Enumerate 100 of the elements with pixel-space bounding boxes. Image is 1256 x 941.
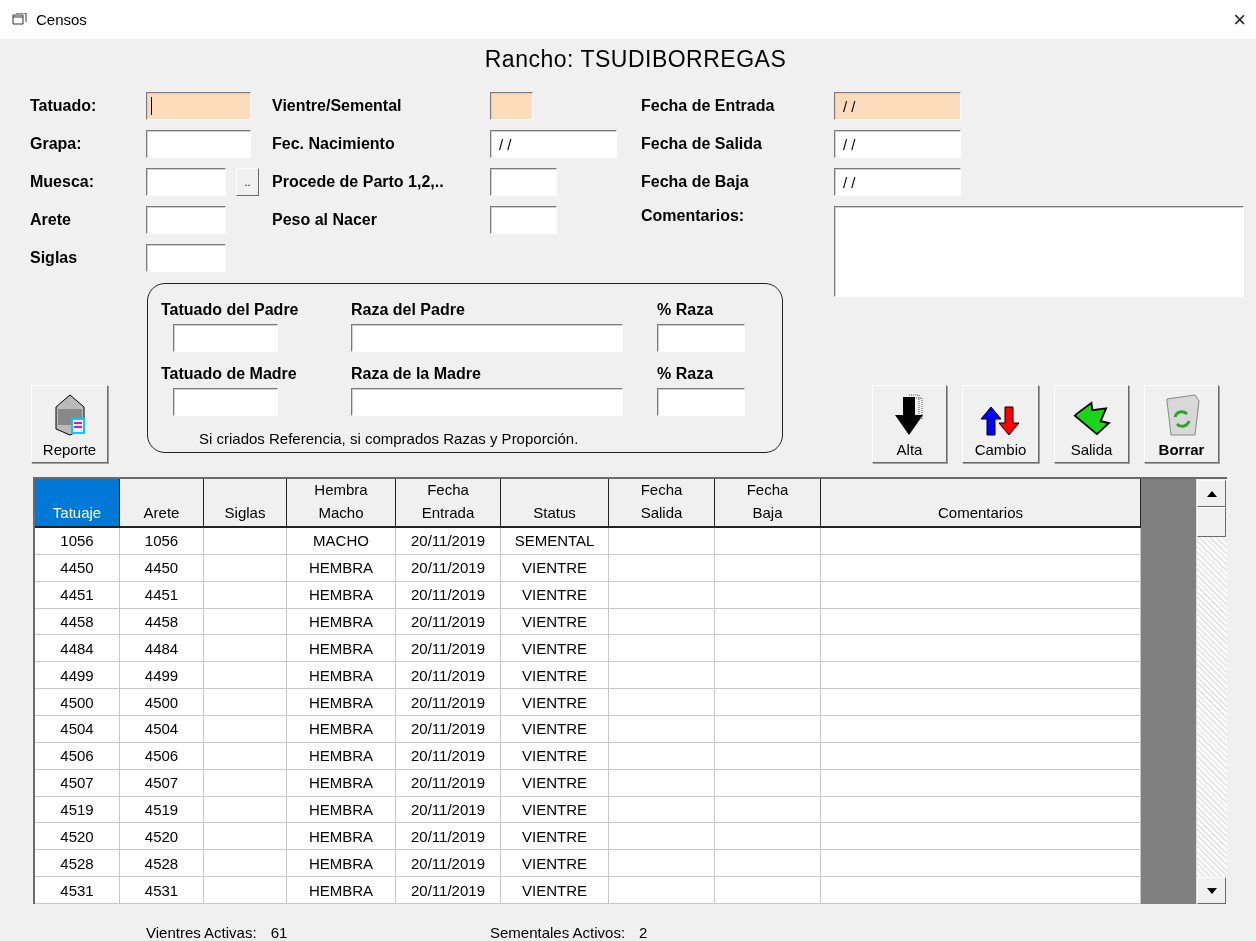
table-cell: 20/11/2019	[396, 823, 501, 851]
table-cell: 4451	[120, 581, 204, 609]
report-button[interactable]: Reporte	[31, 385, 108, 463]
up-arrow-icon	[1206, 490, 1217, 497]
text-field[interactable]: / /	[834, 92, 961, 120]
text-field[interactable]	[146, 92, 251, 120]
window-icon	[12, 12, 28, 27]
diagonal-arrow-icon	[1072, 401, 1111, 437]
table-cell: 4458	[120, 608, 204, 636]
table-cell: 4519	[120, 796, 204, 824]
table-cell: 4504	[35, 716, 120, 743]
table-cell: 4451	[35, 581, 120, 609]
table-cell: 4506	[35, 742, 120, 770]
scroll-down-button[interactable]	[1197, 877, 1226, 904]
text-field[interactable]	[146, 244, 226, 272]
table-cell: 4520	[35, 823, 120, 851]
stat-label: Vientres Activas:	[146, 924, 257, 941]
text-field[interactable]	[490, 92, 533, 120]
table-cell: HEMBRA	[287, 769, 396, 797]
table-cell: VIENTRE	[501, 608, 609, 636]
table-cell: HEMBRA	[287, 823, 396, 851]
text-field[interactable]	[173, 388, 278, 416]
table-cell: 20/11/2019	[396, 689, 501, 716]
text-field[interactable]	[490, 206, 557, 234]
close-button[interactable]: ×	[1233, 8, 1246, 31]
field-label: Vientre/Semental	[272, 96, 403, 116]
field-label: Raza del Padre	[351, 300, 466, 318]
table-cell: VIENTRE	[501, 662, 609, 690]
table-cell: HEMBRA	[287, 662, 396, 690]
action-button[interactable]: Alta	[872, 385, 947, 463]
table-cell: HEMBRA	[287, 850, 396, 878]
table-cell: HEMBRA	[287, 554, 396, 582]
text-field[interactable]	[146, 168, 226, 196]
table-cell: VIENTRE	[501, 716, 609, 743]
table-cell: VIENTRE	[501, 581, 609, 609]
text-field[interactable]	[351, 388, 623, 416]
table-cell: HEMBRA	[287, 796, 396, 824]
table-cell: 20/11/2019	[396, 581, 501, 609]
field-label: Comentarios:	[641, 206, 746, 226]
table-cell: 20/11/2019	[396, 742, 501, 770]
stat-value: 2	[639, 924, 648, 941]
scroll-thumb[interactable]	[1197, 507, 1226, 537]
parents-note: Si criados Referencia, si comprados Razas y Proporción.	[199, 430, 580, 447]
text-field[interactable]	[657, 388, 745, 416]
comments-field[interactable]	[834, 206, 1244, 297]
table-cell: 4499	[120, 662, 204, 690]
text-field[interactable]	[351, 324, 623, 352]
table-cell: VIENTRE	[501, 796, 609, 824]
table-cell: 4520	[120, 823, 204, 851]
vertical-scrollbar[interactable]	[1196, 479, 1227, 904]
table-cell: 20/11/2019	[396, 769, 501, 797]
table-cell: 4499	[35, 662, 120, 690]
table-cell: VIENTRE	[501, 742, 609, 770]
table-cell: 4531	[35, 877, 120, 905]
column-header[interactable]: Tatuaje	[35, 479, 120, 526]
table-cell: 4450	[120, 554, 204, 582]
scroll-up-button[interactable]	[1197, 480, 1226, 507]
table-cell: 20/11/2019	[396, 850, 501, 878]
table-cell: 20/11/2019	[396, 608, 501, 636]
field-label: Tatuado del Padre	[161, 300, 300, 318]
table-cell: VIENTRE	[501, 823, 609, 851]
table-cell: HEMBRA	[287, 689, 396, 716]
table-cell: 4504	[120, 716, 204, 743]
table-cell: HEMBRA	[287, 608, 396, 636]
field-label: Fecha de Salida	[641, 134, 763, 154]
text-field[interactable]	[490, 168, 557, 196]
table-cell: 1056	[120, 528, 204, 555]
table-cell: 4528	[120, 850, 204, 878]
window-title: Censos	[36, 11, 88, 28]
text-field[interactable]	[657, 324, 745, 352]
field-label: Raza de la Madre	[351, 364, 482, 382]
table-cell: 1056	[35, 528, 120, 555]
text-field[interactable]	[146, 130, 251, 158]
table-cell: VIENTRE	[501, 635, 609, 663]
field-label: Procede de Parto 1,2,..	[272, 172, 445, 192]
text-field[interactable]: / /	[834, 168, 961, 196]
field-label: Siglas	[30, 248, 79, 268]
text-field[interactable]	[173, 324, 278, 352]
table-cell: 20/11/2019	[396, 796, 501, 824]
action-button[interactable]: Borrar	[1144, 385, 1219, 463]
table-cell: HEMBRA	[287, 581, 396, 609]
table-cell: 4507	[120, 769, 204, 797]
table-cell: HEMBRA	[287, 716, 396, 743]
table-cell: VIENTRE	[501, 554, 609, 582]
browse-button[interactable]: ..	[236, 168, 259, 196]
table-cell: 4484	[35, 635, 120, 663]
action-button[interactable]: Salida	[1054, 385, 1129, 463]
text-field[interactable]: / /	[834, 130, 961, 158]
table-cell: 4458	[35, 608, 120, 636]
field-label: Tatuado de Madre	[161, 364, 298, 382]
table-cell: 4484	[120, 635, 204, 663]
stat-label: Sementales Activos:	[490, 924, 626, 941]
text-field[interactable]	[146, 206, 226, 234]
down-arrow-icon	[1206, 887, 1217, 894]
stat-value: 61	[270, 924, 288, 941]
table-cell: VIENTRE	[501, 689, 609, 716]
text-field[interactable]: / /	[490, 130, 617, 158]
table-cell: 20/11/2019	[396, 877, 501, 905]
action-button[interactable]: Cambio	[962, 385, 1039, 463]
table-cell: 4500	[120, 689, 204, 716]
